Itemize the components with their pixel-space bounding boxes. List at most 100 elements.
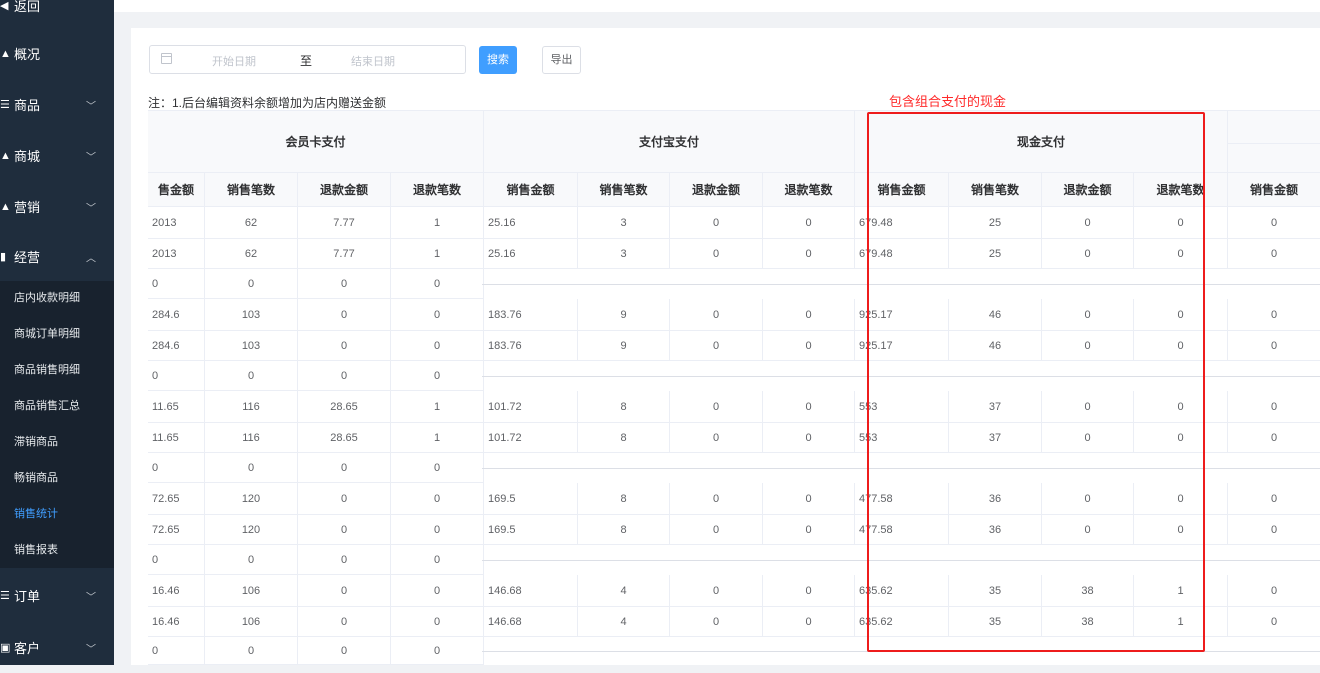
- list-icon: ☰: [0, 590, 10, 602]
- table-cell: 120: [205, 483, 298, 515]
- table-cell: 16.46: [148, 607, 205, 637]
- submenu-item-1[interactable]: 商城订单明细: [0, 317, 114, 352]
- table-cell: 0: [1228, 483, 1320, 515]
- date-separator: 至: [300, 54, 313, 68]
- table-cell: 38: [1042, 575, 1134, 607]
- end-date-input[interactable]: 结束日期: [351, 53, 395, 69]
- sidebar-item-2[interactable]: ☰ 商品 ﹀: [0, 79, 114, 130]
- sidebar-item-7[interactable]: ▣ 客户 ﹀: [0, 622, 114, 673]
- table-cell: 0: [1042, 515, 1134, 545]
- table-cell: 925.17: [855, 331, 949, 361]
- table-cell: 0: [298, 575, 391, 607]
- submenu-item-0[interactable]: 店内收款明细: [0, 281, 114, 316]
- sidebar-item-6[interactable]: ☰ 订单 ﹀: [0, 570, 114, 621]
- table-cell: 0: [670, 207, 763, 239]
- column-header[interactable]: 售金额: [148, 173, 205, 207]
- table-cell: 0: [1228, 207, 1320, 239]
- table-cell: 0: [391, 299, 484, 331]
- table-cell: 25: [949, 239, 1042, 269]
- table-cell: 7.77: [298, 239, 391, 269]
- table-cell: 28.65: [298, 391, 391, 423]
- chevron-down-icon: ﹀: [86, 101, 96, 112]
- date-range-picker[interactable]: 开始日期 至 结束日期: [149, 45, 466, 74]
- note-text: 注：1.后台编辑资料余额增加为店内赠送金额: [148, 96, 387, 110]
- submenu-item-4[interactable]: 滞销商品: [0, 425, 114, 460]
- table-cell: 0: [1228, 515, 1320, 545]
- table-cell: 0: [1134, 207, 1228, 239]
- sidebar-item-5[interactable]: ▮ 经营 ︿: [0, 231, 114, 282]
- column-header[interactable]: 销售笔数: [578, 173, 670, 207]
- top-bar: [114, 0, 1320, 12]
- sidebar-item-label: 商品: [14, 98, 41, 113]
- column-header[interactable]: 销售笔数: [205, 173, 298, 207]
- table-cell: 477.58: [855, 483, 949, 515]
- group-header: 会员卡支付: [148, 110, 484, 173]
- table-cell: 0: [298, 299, 391, 331]
- chevron-down-icon: ﹀: [86, 203, 96, 214]
- submenu-operations: 店内收款明细 商城订单明细 商品销售明细 商品销售汇总 滞销商品 畅销商品 销售统计 销售报表: [0, 281, 114, 568]
- export-button[interactable]: 导出: [542, 46, 581, 74]
- sidebar-item-label: 营销: [14, 200, 41, 215]
- column-header[interactable]: 退款金额: [298, 173, 391, 207]
- sidebar-item-3[interactable]: ▲ 商城 ﹀: [0, 130, 114, 181]
- table-cell: 0: [205, 361, 298, 391]
- column-header[interactable]: 销售笔数: [949, 173, 1042, 207]
- chevron-up-icon: ︿: [86, 253, 96, 264]
- table-cell: 8: [578, 483, 670, 515]
- table-cell: 101.72: [484, 423, 578, 453]
- table-cell: 0: [1228, 607, 1320, 637]
- stats-table: 会员卡支付 支付宝支付 现金支付 售金额 销售笔数 退款金额 退款笔数 销售金额 销售笔数 退款金…: [148, 110, 1320, 665]
- table-cell: 46: [949, 331, 1042, 361]
- submenu-item-7[interactable]: 销售报表: [0, 533, 114, 568]
- column-header[interactable]: 销售金额: [855, 173, 949, 207]
- submenu-item-5[interactable]: 畅销商品: [0, 461, 114, 496]
- table-cell: 0: [1134, 239, 1228, 269]
- table-cell: 35: [949, 607, 1042, 637]
- table-cell: 0: [148, 637, 205, 665]
- column-header[interactable]: 销售金额: [484, 173, 578, 207]
- calendar-icon: [161, 53, 172, 64]
- table-cell: 106: [205, 607, 298, 637]
- column-header[interactable]: 退款笔数: [763, 173, 855, 207]
- table-cell: 0: [670, 483, 763, 515]
- table-cell: 0: [763, 575, 855, 607]
- table-cell: 0: [148, 453, 205, 483]
- content-panel: 开始日期 至 结束日期 搜索 导出 注：1.后台编辑资料余额增加为店内赠送金额 …: [131, 28, 1320, 665]
- table-cell: 0: [298, 545, 391, 575]
- table-cell: 0: [1134, 299, 1228, 331]
- table-cell: 0: [298, 607, 391, 637]
- submenu-item-6[interactable]: 销售统计: [0, 497, 114, 532]
- chevron-down-icon: ﹀: [86, 592, 96, 603]
- column-header[interactable]: 退款金额: [1042, 173, 1134, 207]
- submenu-item-2[interactable]: 商品销售明细: [0, 353, 114, 388]
- table-cell: 1: [391, 207, 484, 239]
- table-cell: 0: [1228, 423, 1320, 453]
- column-header[interactable]: 销售金额: [1228, 173, 1320, 207]
- table-cell: 25.16: [484, 207, 578, 239]
- table-cell: 0: [205, 637, 298, 665]
- sidebar-item-4[interactable]: ▲ 营销 ﹀: [0, 181, 114, 232]
- table-cell: 0: [205, 269, 298, 299]
- table-cell: 0: [1228, 299, 1320, 331]
- user-card-icon: ▣: [0, 642, 11, 654]
- empty-row-divider: [482, 560, 1320, 561]
- table-cell: 0: [391, 331, 484, 361]
- column-header[interactable]: 退款笔数: [1134, 173, 1228, 207]
- table-cell: 0: [298, 483, 391, 515]
- table-cell: 38: [1042, 607, 1134, 637]
- table-cell: 62: [205, 207, 298, 239]
- sidebar-item-1[interactable]: ▲ 概况: [0, 28, 114, 79]
- column-header[interactable]: 退款笔数: [391, 173, 484, 207]
- sidebar-item-0[interactable]: ◀ 返回: [0, 0, 114, 31]
- start-date-input[interactable]: 开始日期: [212, 53, 256, 69]
- table-cell: 116: [205, 391, 298, 423]
- table-cell: 925.17: [855, 299, 949, 331]
- table-cell: 0: [763, 207, 855, 239]
- search-button[interactable]: 搜索: [479, 46, 517, 74]
- empty-row-divider: [482, 284, 1320, 285]
- submenu-item-3[interactable]: 商品销售汇总: [0, 389, 114, 424]
- sidebar-item-label: 返回: [14, 0, 41, 14]
- table-cell: 9: [578, 299, 670, 331]
- table-cell: 7.77: [298, 207, 391, 239]
- column-header[interactable]: 退款金额: [670, 173, 763, 207]
